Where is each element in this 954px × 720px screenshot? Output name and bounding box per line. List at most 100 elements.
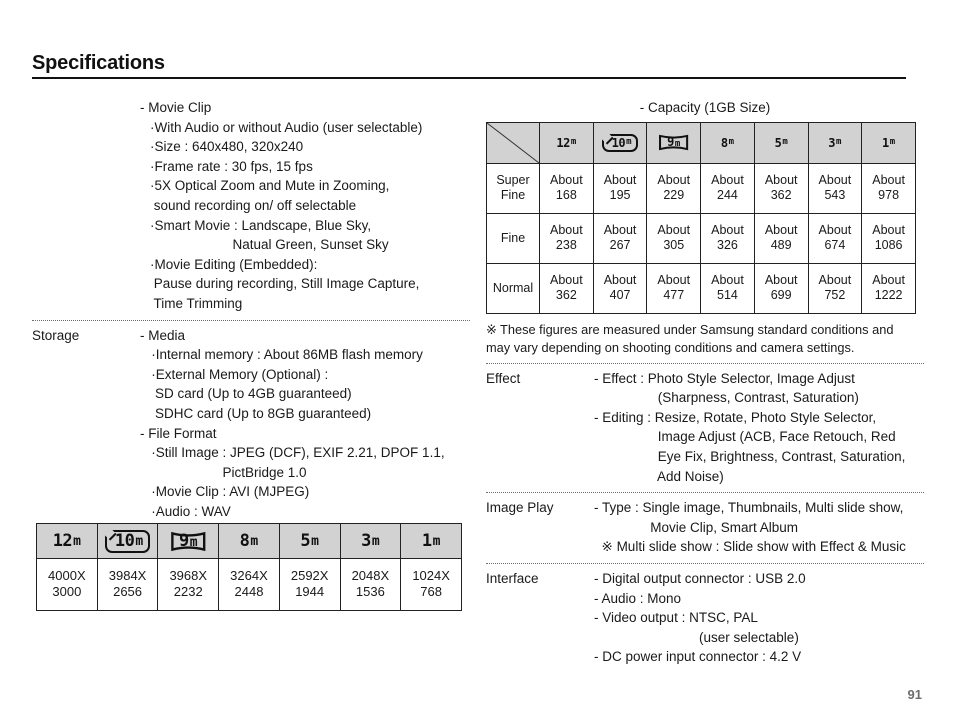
spec-line: - Media	[140, 327, 186, 343]
spec-line: ·Still Image : JPEG (DCF), EXIF 2.21, DP…	[140, 445, 445, 461]
table-row: Normal About 362 About 407 About 477 About 514 Ab…	[486, 262, 916, 314]
capacity-header-cell: 10 m	[592, 121, 648, 164]
spec-line: Time Trimming	[150, 295, 243, 311]
size-value-cell: 1024X 768	[400, 558, 462, 611]
spec-line: - Type : Single image, Thumbnails, Multi…	[594, 500, 904, 516]
section-divider	[486, 492, 924, 494]
spec-label-effect: Effect	[486, 370, 521, 386]
capacity-value-cell: About 489	[753, 212, 809, 264]
resolution-icon-9m: 9m	[170, 531, 207, 552]
spec-line: ·Frame rate : 30 fps, 15 fps	[150, 158, 313, 174]
capacity-value-cell: About 699	[753, 262, 809, 314]
spec-line: (user selectable)	[594, 629, 799, 645]
spec-line: SDHC card (Up to 8GB guaranteed)	[140, 405, 372, 421]
capacity-row-label: Normal	[486, 262, 540, 314]
diagonal-divider-icon	[487, 122, 539, 163]
spec-row-effect: Effect - Effect : Photo Style Selector, …	[486, 369, 924, 487]
capacity-value-cell: About 362	[539, 262, 594, 314]
size-header-cell: 9m	[157, 523, 220, 559]
capacity-note-line: may vary depending on shooting condition…	[486, 339, 855, 355]
spec-line: ※ Multi slide show : Slide show with Eff…	[594, 539, 906, 555]
capacity-value-cell: About 362	[753, 162, 809, 214]
spec-line: - Movie Clip	[140, 100, 212, 115]
capacity-value-cell: About 674	[807, 212, 863, 264]
size-header-cell: 12 m	[36, 523, 98, 559]
spec-line: ·5X Optical Zoom and Mute in Zooming,	[150, 178, 390, 194]
resolution-icon-12m: 12 m	[52, 530, 81, 551]
resolution-icon-5m: 5m	[774, 135, 788, 150]
page-number: 91	[907, 687, 922, 702]
spec-line: - Audio : Mono	[594, 590, 682, 606]
capacity-header-cell: 9m	[646, 121, 702, 164]
resolution-icon-8m: 8m	[720, 135, 735, 150]
section-divider	[486, 362, 924, 364]
size-header-cell: 8m	[218, 523, 280, 559]
spec-line: (Sharpness, Contrast, Saturation)	[594, 390, 859, 406]
spec-line: ·Internal memory : About 86MB flash memo…	[140, 347, 423, 363]
capacity-corner-cell	[486, 121, 540, 164]
capacity-header-cell: 12 m	[539, 121, 594, 164]
resolution-icon-3m: 3m	[828, 135, 842, 150]
table-row-headers: 12 m 10 m 9m 8 m 5 m 3 m 1 m	[486, 121, 916, 164]
capacity-value-cell: About 1086	[861, 212, 916, 264]
spec-line: - Digital output connector : USB 2.0	[594, 570, 806, 586]
spec-line: Eye Fix, Brightness, Contrast, Saturatio…	[594, 448, 906, 464]
spec-line: PictBridge 1.0	[140, 464, 307, 480]
spec-body-storage: - Media ·Internal memory : About 86MB fl…	[140, 326, 470, 542]
capacity-value-cell: About 305	[646, 212, 702, 264]
capacity-value-cell: About 752	[807, 262, 863, 314]
spec-line: - File Format	[140, 425, 217, 441]
title-underline	[32, 77, 906, 79]
size-value-cell: 4000X 3000	[36, 558, 98, 611]
capacity-caption: - Capacity (1GB Size)	[639, 100, 771, 115]
capacity-value-cell: About 229	[646, 162, 702, 214]
capacity-value-cell: About 543	[807, 162, 863, 214]
resolution-icon-5m: 5m	[300, 530, 319, 551]
spec-line: - Video output : NTSC, PAL	[594, 610, 758, 626]
spec-row-interface: Interface - Digital output connector : U…	[486, 569, 924, 667]
table-row: Super Fine About 168 About 195 About 229 About 24…	[486, 162, 916, 214]
resolution-icon-1m: 1m	[882, 135, 896, 150]
capacity-value-cell: About 244	[700, 162, 755, 214]
capacity-value-cell: About 195	[592, 162, 648, 214]
right-column: - Capacity (1GB Size) 12 m 10 m 9m 8 m 5 m 3 m 1 m S…	[486, 98, 924, 667]
section-divider	[486, 562, 924, 564]
spec-body-image-play: - Type : Single image, Thumbnails, Multi…	[594, 498, 924, 557]
resolution-icon-10m: 10 m	[104, 529, 151, 553]
spec-line: ·Size : 640x480, 320x240	[150, 139, 304, 155]
table-row-values: 4000X 3000 3984X 2656 3968X 2232 3264X 2448 2592…	[36, 558, 462, 611]
size-header-cell: 10 m	[96, 523, 159, 559]
spec-line: ·Movie Editing (Embedded):	[150, 256, 318, 272]
capacity-value-cell: About 168	[539, 162, 594, 214]
resolution-icon-1m: 1m	[421, 530, 441, 551]
spec-line: ·Smart Movie : Landscape, Blue Sky,	[150, 217, 372, 233]
left-column: - Movie Clip ·With Audio or without Audi…	[32, 98, 470, 541]
spec-line: ·Movie Clip : AVI (MJPEG)	[140, 484, 310, 500]
capacity-value-cell: About 477	[646, 262, 702, 314]
capacity-header-cell: 8m	[700, 121, 755, 164]
capacity-table-grid: 12 m 10 m 9m 8 m 5 m 3 m 1 m Super Fine About 168 About 1…	[486, 121, 916, 314]
page-title: Specifications	[32, 52, 165, 74]
size-value-cell: 2592X 1944	[278, 558, 341, 611]
table-row-headers: 12 m 10 m 9m 8 m 5 m 3 m 1 m	[36, 523, 462, 559]
capacity-note: ※ These figures are measured under Samsu…	[486, 321, 924, 357]
resolution-icon-8m: 8m	[239, 530, 259, 551]
size-value-cell: 3264X 2448	[218, 558, 280, 611]
capacity-value-cell: About 407	[592, 262, 648, 314]
spec-line: ·External Memory (Optional) :	[140, 366, 329, 382]
capacity-value-cell: About 267	[592, 212, 648, 264]
capacity-row-label: Super Fine	[486, 162, 540, 214]
spec-body-effect: - Effect : Photo Style Selector, Image A…	[594, 369, 924, 487]
table-row: Fine About 238 About 267 About 305 About 326 Abou…	[486, 212, 916, 264]
capacity-note-line: ※ These figures are measured under Samsu…	[486, 321, 894, 337]
capacity-value-cell: About 978	[861, 162, 916, 214]
spec-line: ·With Audio or without Audio (user selec…	[150, 119, 423, 135]
spec-label-interface: Interface	[486, 570, 539, 586]
resolution-icon-10m: 10 m	[601, 133, 639, 152]
spec-label-storage: Storage	[32, 327, 80, 343]
spec-row-image-play: Image Play - Type : Single image, Thumbn…	[486, 498, 924, 557]
size-header-cell: 3m	[339, 523, 402, 559]
image-size-table-grid: 12 m 10 m 9m 8 m 5 m 3 m 1 m 4000X 3000 3984X 2656 3968X…	[36, 523, 462, 611]
spec-line: Add Noise)	[594, 468, 724, 484]
spec-body-interface: - Digital output connector : USB 2.0 - A…	[594, 569, 924, 667]
